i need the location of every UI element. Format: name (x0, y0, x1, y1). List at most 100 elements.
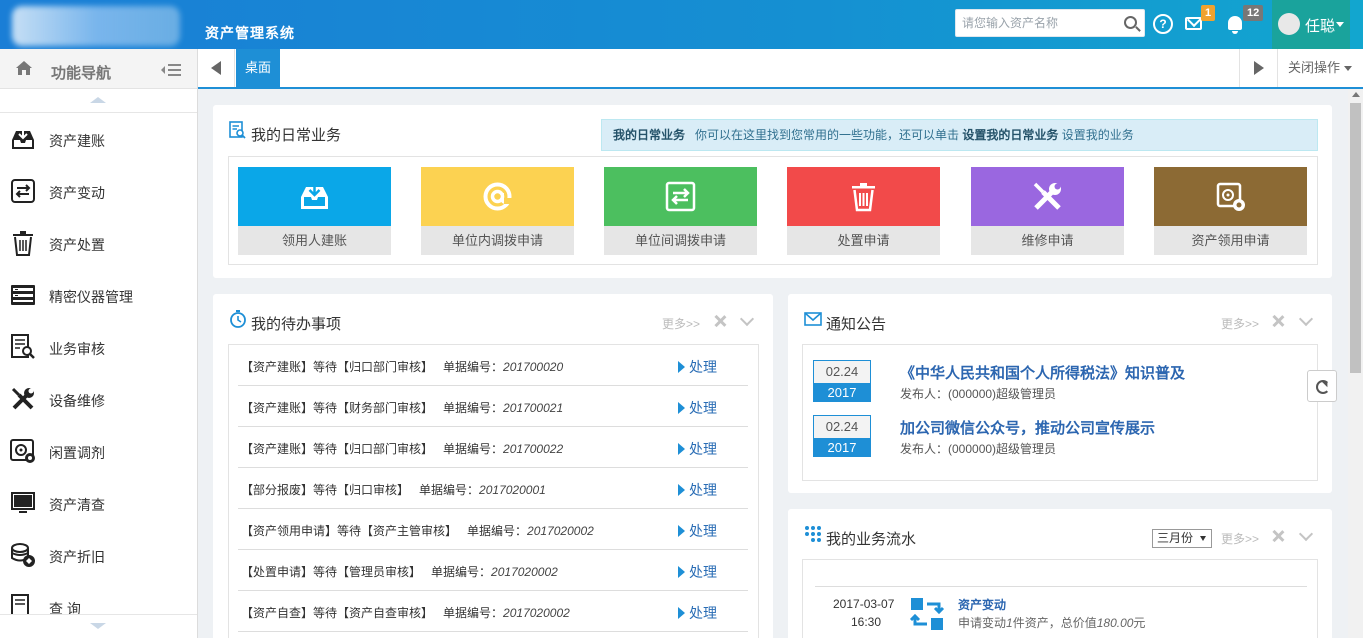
main-content: 我的日常业务 我的日常业务 你可以在这里找到您常用的一些功能，还可以单击 设置我… (198, 89, 1363, 638)
sidebar: 功能导航 资产建账 资产变动 资产处置 精密仪器管理 业务审核 设备维修 闲置调… (0, 49, 198, 638)
notice-more-link[interactable]: 更多>> (1221, 315, 1259, 332)
bell-icon[interactable] (1228, 16, 1242, 34)
app-title: 资产管理系统 (205, 25, 295, 41)
daily-business-title: 我的日常业务 (251, 127, 342, 144)
arrow-up-icon (90, 97, 106, 103)
tip-bold-label: 我的日常业务 (613, 128, 686, 142)
divider (815, 586, 1307, 587)
notice-item-title[interactable]: 《中华人民共和国个人所得税法》知识普及 (900, 362, 1185, 383)
todo-title: 我的待办事项 (251, 316, 342, 333)
tile-repair-request[interactable]: 维修申请 (971, 167, 1124, 255)
tile-inter-unit-transfer[interactable]: 单位间调拨申请 (604, 167, 757, 255)
process-link[interactable]: 处理 (678, 521, 717, 541)
month-select-value: 三月份 (1157, 531, 1194, 545)
sidebar-item-label: 资产建账 (49, 133, 105, 149)
flow-time: 16:30 (851, 615, 882, 629)
todo-text: 【处置申请】等待【管理员审核】 (241, 565, 422, 579)
user-menu[interactable]: 任聪 (1272, 0, 1350, 49)
chevron-down-icon[interactable] (1298, 526, 1314, 542)
notice-year: 2017 (814, 383, 870, 402)
arrow-up-icon[interactable] (1352, 92, 1360, 97)
sidebar-item-asset-change[interactable]: 资产变动 (0, 165, 197, 217)
tile-recipient-registration[interactable]: 领用人建账 (238, 167, 391, 255)
close-icon[interactable] (714, 315, 726, 327)
notice-list: 02.24 2017 《中华人民共和国个人所得税法》知识普及 发布人：(0000… (802, 344, 1318, 481)
tab-scroll-left-button[interactable] (198, 49, 235, 87)
sidebar-item-idle-allocation[interactable]: 闲置调剂 (0, 425, 197, 477)
process-link[interactable]: 处理 (678, 357, 717, 377)
process-link[interactable]: 处理 (678, 480, 717, 500)
chevron-down-icon[interactable] (739, 311, 755, 327)
main-scrollbar[interactable] (1348, 89, 1363, 638)
sidebar-item-precision-instruments[interactable]: 精密仪器管理 (0, 269, 197, 321)
search-input[interactable] (956, 10, 1116, 36)
tile-internal-transfer[interactable]: 单位内调拨申请 (421, 167, 574, 255)
search-icon[interactable] (1124, 16, 1137, 29)
notification-badge: 12 (1243, 5, 1264, 21)
notice-item-title[interactable]: 加公司微信公众号，推动公司宣传展示 (900, 417, 1155, 438)
notice-year: 2017 (814, 438, 870, 457)
todo-row: 【资产领用申请】等待【资产主管审核】 单据编号：2017020002 处理 (238, 509, 748, 550)
sidebar-item-equipment-repair[interactable]: 设备维修 (0, 373, 197, 425)
close-icon[interactable] (1272, 530, 1284, 542)
sidebar-scroll-down[interactable] (0, 614, 197, 638)
todo-text: 【资产自查】等待【资产自查审核】 (241, 606, 434, 620)
close-icon[interactable] (1272, 315, 1284, 327)
todo-row: 【资产建账】等待【归口部门审核】 单据编号：201700020 处理 (238, 345, 748, 386)
todo-row: 【资产建账】等待【归口部门审核】 单据编号：201700022 处理 (238, 427, 748, 468)
todo-list: 【资产建账】等待【归口部门审核】 单据编号：201700020 处理 【资产建账… (228, 344, 759, 638)
sidebar-item-label: 资产折旧 (49, 549, 105, 565)
month-select[interactable]: 三月份 (1152, 529, 1212, 548)
todo-more-link[interactable]: 更多>> (662, 315, 700, 332)
todo-number: 2017020002 (527, 524, 594, 538)
todo-number: 2017020002 (491, 565, 558, 579)
todo-text: 【资产建账】等待【财务部门审核】 (241, 401, 434, 415)
sidebar-item-asset-disposal[interactable]: 资产处置 (0, 217, 197, 269)
set-daily-business-link[interactable]: 设置我的日常业务 (962, 128, 1058, 142)
todo-no-label: 单据编号： (443, 360, 504, 374)
monitor-icon (11, 492, 35, 513)
todo-number: 201700021 (503, 401, 564, 415)
todo-number: 201700020 (503, 360, 564, 374)
flow-item-title[interactable]: 资产变动 (958, 596, 1006, 613)
todo-no-label: 单据编号： (467, 524, 528, 538)
flow-date: 2017-03-07 (833, 597, 895, 611)
arrow-down-icon (90, 623, 106, 629)
coins-icon (11, 543, 35, 567)
tab-scroll-right-button[interactable] (1239, 49, 1276, 87)
notice-title: 通知公告 (826, 316, 887, 333)
process-link[interactable]: 处理 (678, 398, 717, 418)
refresh-button[interactable] (1307, 370, 1337, 402)
search-box[interactable] (955, 9, 1145, 37)
sidebar-scroll-up[interactable] (0, 89, 197, 113)
help-icon[interactable]: ? (1153, 14, 1173, 34)
notice-publisher: 发布人：(000000)超级管理员 (900, 387, 1057, 401)
sidebar-item-asset-registration[interactable]: 资产建账 (0, 113, 197, 165)
gear-box-icon (10, 439, 35, 463)
mail-badge: 1 (1201, 5, 1216, 21)
daily-business-panel: 我的日常业务 我的日常业务 你可以在这里找到您常用的一些功能，还可以单击 设置我… (213, 105, 1332, 278)
process-link[interactable]: 处理 (678, 603, 717, 623)
close-operations-dropdown[interactable]: 关闭操作 (1277, 49, 1363, 87)
chevron-down-icon[interactable] (1298, 311, 1314, 327)
inbox-download-icon (12, 129, 34, 149)
sidebar-item-asset-depreciation[interactable]: 资产折旧 (0, 529, 197, 581)
sidebar-item-asset-inventory[interactable]: 资产清查 (0, 477, 197, 529)
business-flow-title: 我的业务流水 (826, 531, 917, 548)
tile-asset-requisition[interactable]: 资产领用申请 (1154, 167, 1307, 255)
tip-text: 你可以在这里找到您常用的一些功能，还可以单击 (695, 128, 960, 142)
flow-more-link[interactable]: 更多>> (1221, 530, 1259, 547)
sidebar-item-business-review[interactable]: 业务审核 (0, 321, 197, 373)
tab-desktop[interactable]: 桌面 (236, 49, 280, 87)
process-link[interactable]: 处理 (678, 439, 717, 459)
collapse-sidebar-icon[interactable] (160, 63, 182, 77)
todo-no-label: 单据编号： (419, 483, 480, 497)
tile-label: 维修申请 (971, 226, 1124, 255)
notice-day: 02.24 (814, 361, 870, 383)
tile-disposal-request[interactable]: 处置申请 (787, 167, 940, 255)
scrollbar-thumb[interactable] (1350, 103, 1361, 373)
process-link[interactable]: 处理 (678, 562, 717, 582)
tile-label: 处置申请 (787, 226, 940, 255)
todo-text: 【资产建账】等待【归口部门审核】 (241, 442, 434, 456)
mail-icon[interactable] (1185, 17, 1202, 30)
